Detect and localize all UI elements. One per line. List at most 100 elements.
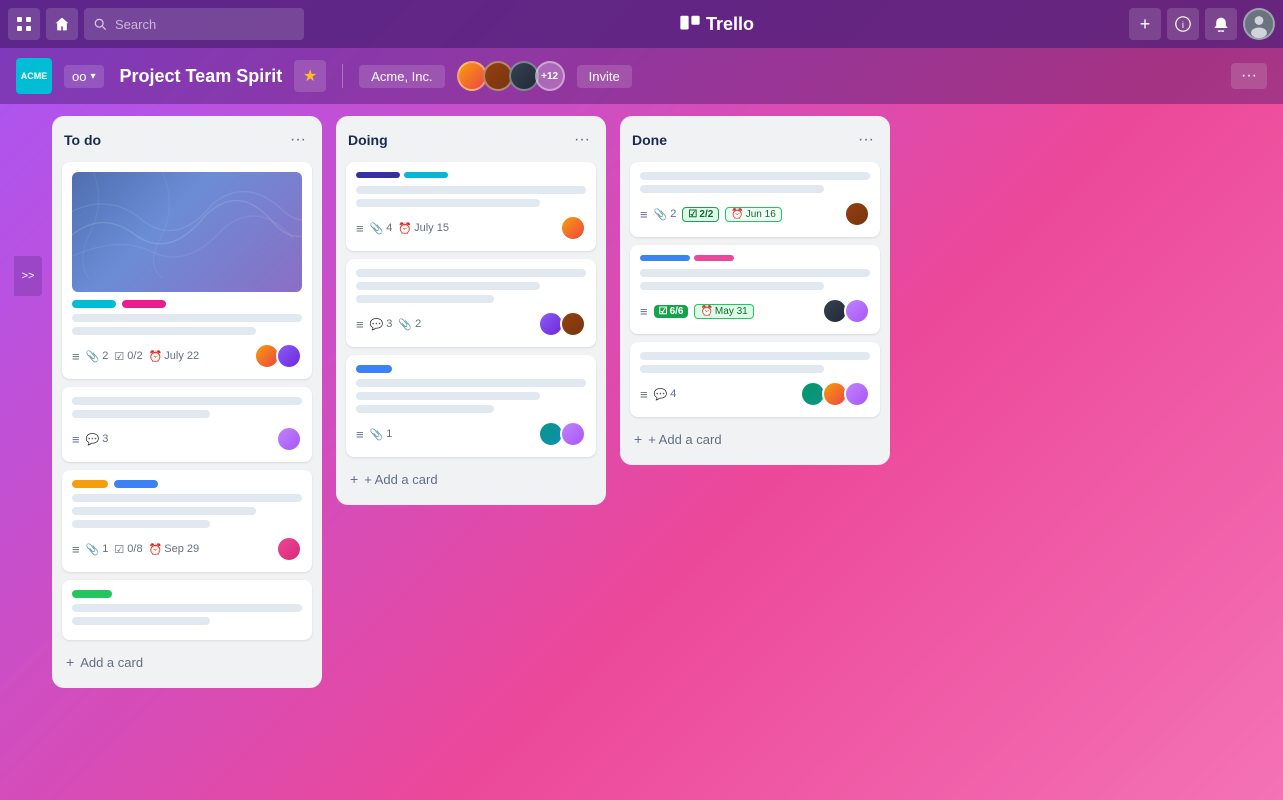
home-button[interactable] bbox=[46, 8, 78, 40]
tag-cyan bbox=[72, 300, 116, 308]
due-date: ⏰ July 22 bbox=[149, 350, 200, 363]
attachment-count: 📎 2 bbox=[398, 318, 421, 331]
workspace-selector[interactable]: oo ▾ bbox=[64, 65, 104, 88]
invite-button[interactable]: Invite bbox=[577, 65, 632, 88]
chevron-down-icon: ▾ bbox=[90, 71, 95, 82]
card-text-line bbox=[72, 617, 210, 625]
workspace-logo: ACME bbox=[16, 58, 52, 94]
card-todo-1[interactable]: ≡ 📎 2 ☑ 0/2 ⏰ July 22 bbox=[62, 162, 312, 379]
list-doing: Doing ··· ≡ 📎 4 ⏰ July 15 bbox=[336, 116, 606, 505]
card-meta: ≡ 💬 3 bbox=[72, 426, 302, 452]
card-tags bbox=[72, 300, 302, 308]
paperclip-icon: 📎 bbox=[370, 222, 384, 235]
card-meta: ≡ 📎 4 ⏰ July 15 bbox=[356, 215, 586, 241]
card-text-line bbox=[356, 392, 540, 400]
card-doing-1[interactable]: ≡ 📎 4 ⏰ July 15 bbox=[346, 162, 596, 251]
paperclip-icon: 📎 bbox=[654, 208, 668, 221]
list-done: Done ··· ≡ 📎 2 ☑ 2/2 ⏰ Jun 16 bbox=[620, 116, 890, 465]
card-todo-2[interactable]: ≡ 💬 3 bbox=[62, 387, 312, 462]
star-button[interactable]: ★ bbox=[294, 60, 326, 92]
attachment-count: 📎 4 bbox=[370, 222, 393, 235]
board-content: To do ··· bbox=[0, 104, 1283, 800]
card-text-line bbox=[640, 282, 824, 290]
card-doing-3[interactable]: ≡ 📎 1 bbox=[346, 355, 596, 457]
add-card-button-todo[interactable]: + Add a card bbox=[62, 648, 312, 676]
card-avatars bbox=[800, 381, 870, 407]
paperclip-icon: 📎 bbox=[86, 350, 100, 363]
checklist-badge: ☑ 6/6 bbox=[654, 305, 689, 318]
paperclip-icon: 📎 bbox=[370, 428, 384, 441]
card-text-line bbox=[640, 172, 870, 180]
info-button[interactable]: i bbox=[1167, 8, 1199, 40]
members-count[interactable]: +12 bbox=[535, 61, 565, 91]
card-avatars bbox=[560, 215, 586, 241]
clock-icon: ⏰ bbox=[149, 543, 163, 556]
avatar-2 bbox=[560, 311, 586, 337]
workspace-name-button[interactable]: Acme, Inc. bbox=[359, 65, 444, 88]
grid-menu-button[interactable] bbox=[8, 8, 40, 40]
check-icon: ☑ bbox=[659, 306, 668, 317]
card-avatars bbox=[276, 426, 302, 452]
member-avatars: +12 bbox=[457, 61, 565, 91]
workspace-short: oo bbox=[72, 69, 86, 84]
card-text-line bbox=[356, 269, 586, 277]
clock-icon: ⏰ bbox=[731, 209, 743, 220]
user-avatar[interactable] bbox=[1243, 8, 1275, 40]
attachment-count: 📎 1 bbox=[370, 428, 393, 441]
card-text-line bbox=[356, 379, 586, 387]
list-title-todo: To do bbox=[64, 132, 101, 148]
search-bar[interactable]: Search bbox=[84, 8, 304, 40]
add-card-button-done[interactable]: + + Add a card bbox=[630, 425, 880, 453]
card-meta: ≡ 📎 1 ☑ 0/8 ⏰ Sep 29 bbox=[72, 536, 302, 562]
card-todo-3[interactable]: ≡ 📎 1 ☑ 0/8 ⏰ Sep 29 bbox=[62, 470, 312, 572]
tag-green bbox=[72, 590, 112, 598]
card-avatars bbox=[276, 536, 302, 562]
app-name: Trello bbox=[706, 14, 754, 35]
comment-count: 💬 3 bbox=[370, 318, 393, 331]
due-date: ⏰ Sep 29 bbox=[149, 543, 200, 556]
card-text-line bbox=[72, 507, 256, 515]
list-menu-button-done[interactable]: ··· bbox=[854, 128, 878, 152]
list-icon: ≡ bbox=[72, 542, 80, 557]
avatar-2 bbox=[560, 421, 586, 447]
card-meta: ≡ 📎 2 ☑ 0/2 ⏰ July 22 bbox=[72, 343, 302, 369]
card-text-line bbox=[72, 520, 210, 528]
list-icon: ≡ bbox=[72, 432, 80, 447]
sidebar-toggle-button[interactable]: >> bbox=[14, 256, 42, 296]
list-header-done: Done ··· bbox=[630, 128, 880, 152]
list-title-done: Done bbox=[632, 132, 667, 148]
card-done-3[interactable]: ≡ 💬 4 bbox=[630, 342, 880, 417]
card-avatars bbox=[538, 311, 586, 337]
card-tags bbox=[72, 590, 302, 598]
avatar-1 bbox=[276, 536, 302, 562]
plus-icon: + bbox=[634, 431, 642, 447]
add-card-button-doing[interactable]: + + Add a card bbox=[346, 465, 596, 493]
card-cover-image bbox=[72, 172, 302, 292]
card-text-line bbox=[640, 352, 870, 360]
card-meta: ≡ 💬 4 bbox=[640, 381, 870, 407]
app-logo: Trello bbox=[310, 13, 1123, 35]
due-date-badge: ⏰ Jun 16 bbox=[725, 207, 781, 222]
divider bbox=[342, 64, 343, 88]
card-doing-2[interactable]: ≡ 💬 3 📎 2 bbox=[346, 259, 596, 347]
card-text-line bbox=[356, 199, 540, 207]
list-menu-button-todo[interactable]: ··· bbox=[286, 128, 310, 152]
avatar-1 bbox=[276, 426, 302, 452]
paperclip-icon: 📎 bbox=[86, 543, 100, 556]
checklist-count: ☑ 0/8 bbox=[114, 543, 142, 556]
card-meta: ≡ 📎 2 ☑ 2/2 ⏰ Jun 16 bbox=[640, 201, 870, 227]
card-done-2[interactable]: ≡ ☑ 6/6 ⏰ May 31 bbox=[630, 245, 880, 334]
attachment-count: 📎 2 bbox=[86, 350, 109, 363]
due-date: ⏰ July 15 bbox=[398, 222, 449, 235]
attachment-count: 📎 2 bbox=[654, 208, 677, 221]
card-text-line bbox=[356, 405, 494, 413]
list-icon: ≡ bbox=[72, 349, 80, 364]
notifications-button[interactable] bbox=[1205, 8, 1237, 40]
add-button[interactable]: + bbox=[1129, 8, 1161, 40]
board-more-button[interactable]: ··· bbox=[1231, 63, 1267, 89]
list-menu-button-doing[interactable]: ··· bbox=[570, 128, 594, 152]
card-todo-4[interactable] bbox=[62, 580, 312, 640]
card-done-1[interactable]: ≡ 📎 2 ☑ 2/2 ⏰ Jun 16 bbox=[630, 162, 880, 237]
list-icon: ≡ bbox=[356, 317, 364, 332]
avatar-1 bbox=[560, 215, 586, 241]
